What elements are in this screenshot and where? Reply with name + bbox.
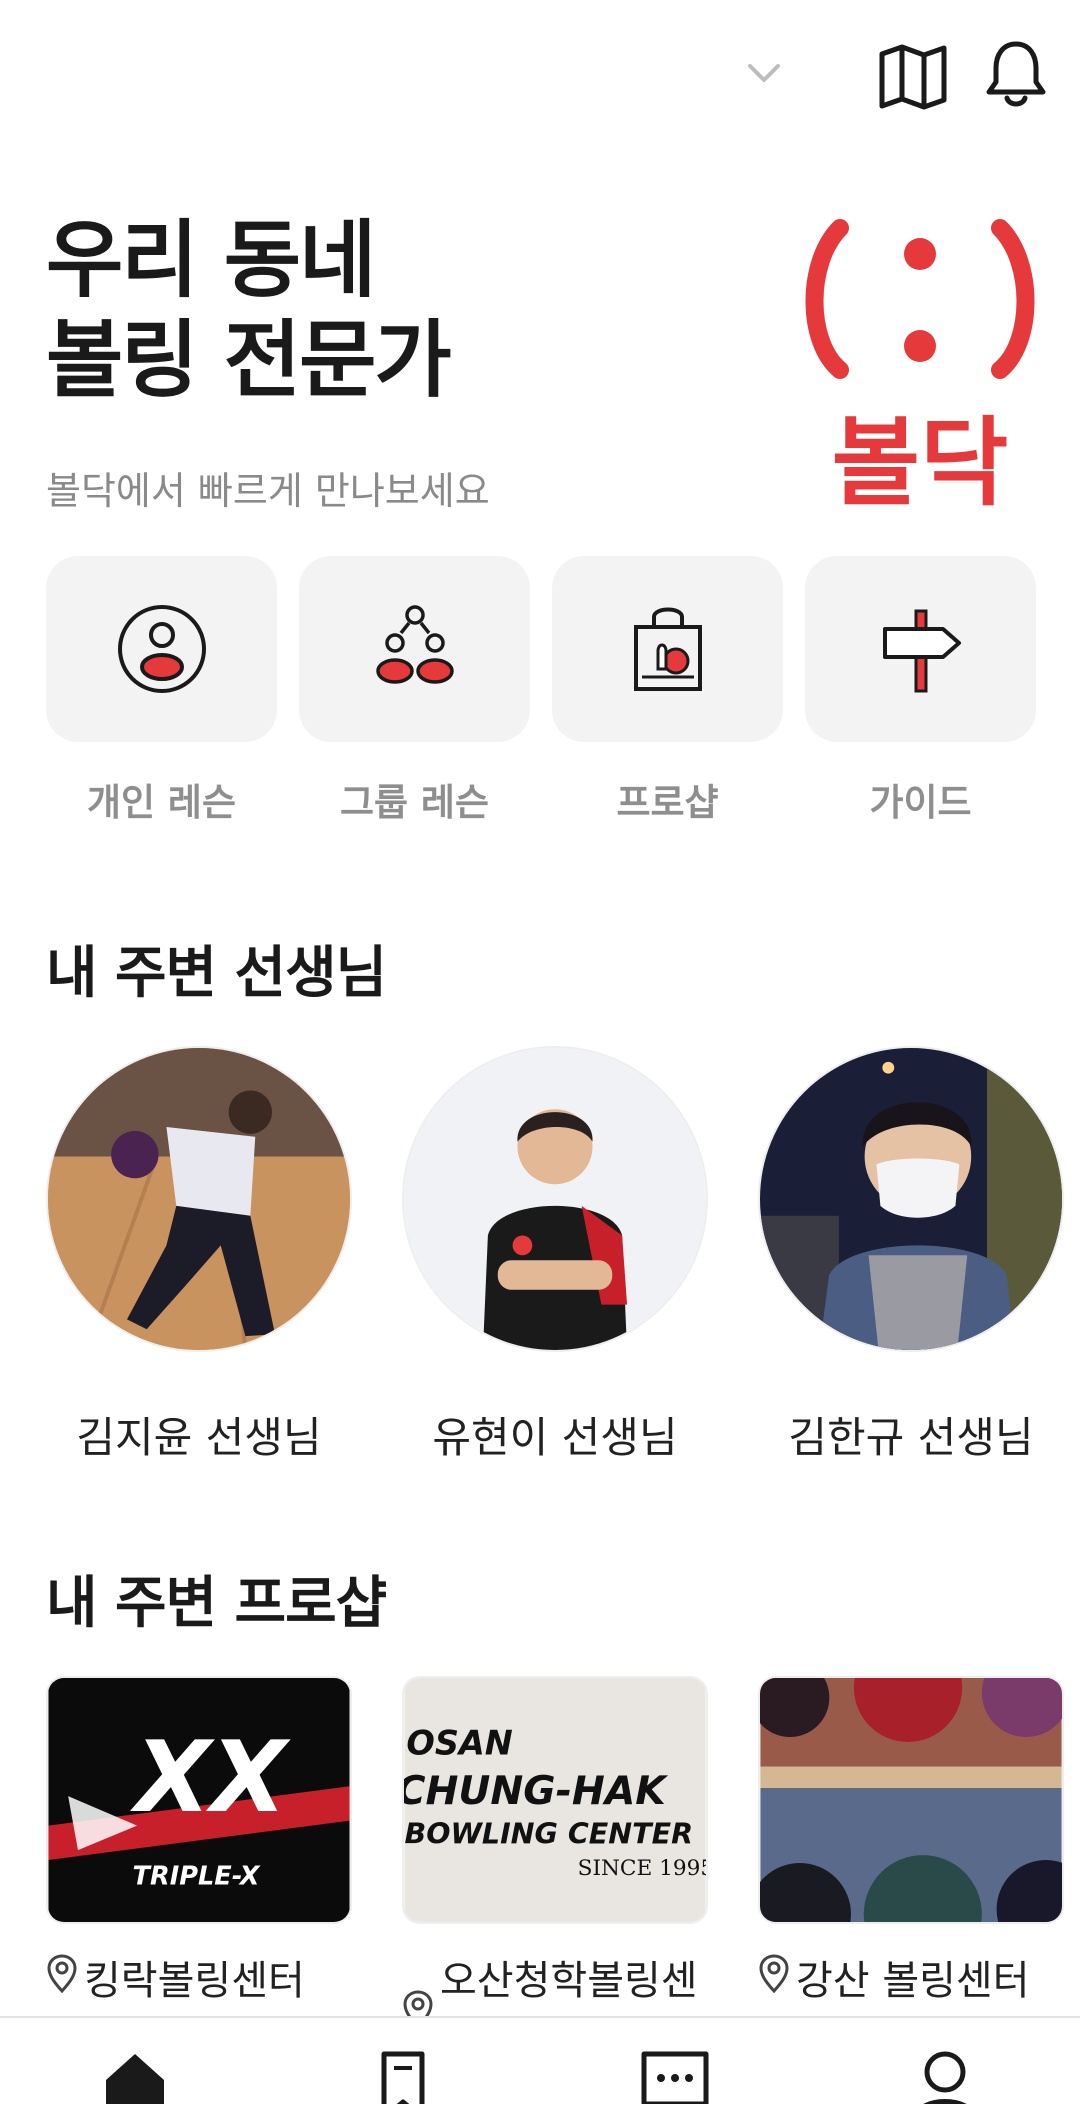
menu-label: 가이드 xyxy=(869,781,972,824)
shop-name: 오산청학볼링센 xyxy=(440,1958,698,2004)
sign-line3: BOWLING CENTER xyxy=(404,1817,693,1850)
triple-x-logo: XX TRIPLE-X xyxy=(48,1678,350,1922)
profile-icon[interactable] xyxy=(910,2048,980,2104)
signpost-icon xyxy=(882,609,961,693)
shop-logo-text: TRIPLE-X xyxy=(133,1862,261,1892)
location-pin-icon xyxy=(47,1954,77,1994)
shop-card[interactable]: 강산 볼링센터 xyxy=(758,1676,1064,2016)
teacher-card[interactable]: 유현이 선생님 xyxy=(402,1046,708,1466)
top-bar xyxy=(0,0,1080,150)
person-icon xyxy=(117,605,206,693)
menu-label: 개인 레슨 xyxy=(86,781,237,824)
teacher-photo xyxy=(48,1048,350,1350)
menu-group-lesson[interactable]: 그룹 레슨 xyxy=(299,556,530,826)
shopping-bag-icon xyxy=(633,607,702,691)
location-pin-icon xyxy=(759,1954,789,1994)
map-icon[interactable] xyxy=(878,44,948,110)
category-menu: 개인 레슨 그룹 레슨 프로샵 가이드 xyxy=(46,556,1036,826)
bell-icon[interactable] xyxy=(984,38,1048,110)
sign-line2: CHUNG-HAK xyxy=(404,1768,668,1814)
teacher-name: 김지윤 선생님 xyxy=(76,1413,322,1462)
sign-line1: OSAN xyxy=(406,1724,512,1763)
teacher-card[interactable]: 김지윤 선생님 xyxy=(46,1046,352,1466)
bowling-balls-photo xyxy=(760,1678,1062,1922)
shop-image[interactable]: OSAN CHUNG-HAK BOWLING CENTER SINCE 1995 xyxy=(402,1676,708,1924)
shop-image[interactable]: XX TRIPLE-X xyxy=(46,1676,352,1924)
avatar[interactable] xyxy=(402,1046,708,1352)
chat-icon[interactable] xyxy=(640,2048,710,2104)
group-icon xyxy=(375,605,454,684)
shop-card[interactable]: OSAN CHUNG-HAK BOWLING CENTER SINCE 1995… xyxy=(402,1676,708,2030)
logo-text: 볼닥 xyxy=(832,407,1009,512)
menu-label: 프로샵 xyxy=(616,781,719,824)
shop-image[interactable] xyxy=(758,1676,1064,1924)
bottom-nav xyxy=(0,2016,1080,2104)
section-title-teachers: 내 주변 선생님 xyxy=(46,941,387,1006)
avatar[interactable] xyxy=(46,1046,352,1352)
menu-tile[interactable] xyxy=(552,556,783,742)
section-title-shops: 내 주변 프로샵 xyxy=(46,1571,387,1636)
shop-name-row: 강산 볼링센터 xyxy=(758,1948,1064,2006)
hero-title: 우리 동네 볼링 전문가 xyxy=(46,210,452,410)
menu-tile[interactable] xyxy=(299,556,530,742)
svg-text:XX: XX xyxy=(130,1721,291,1835)
boldak-logo: 볼닥 xyxy=(805,219,1035,512)
teacher-card[interactable]: 김한규 선생님 xyxy=(758,1046,1064,1466)
hero-title-line2: 볼링 전문가 xyxy=(46,311,452,409)
menu-tile[interactable] xyxy=(46,556,277,742)
teacher-name: 유현이 선생님 xyxy=(432,1413,678,1462)
shop-name: 강산 볼링센터 xyxy=(796,1958,1030,2004)
menu-tile[interactable] xyxy=(805,556,1036,742)
shops-carousel[interactable]: XX TRIPLE-X 킹락볼링센터 OSAN CHUNG-HAK BOWLIN… xyxy=(46,1676,1080,2030)
sign-line4: SINCE 1995 xyxy=(578,1856,706,1881)
bookmark-icon[interactable] xyxy=(368,2048,438,2104)
avatar[interactable] xyxy=(758,1046,1064,1352)
hero-title-line1: 우리 동네 xyxy=(46,211,376,309)
home-icon[interactable] xyxy=(100,2048,170,2104)
osan-chunghak-sign: OSAN CHUNG-HAK BOWLING CENTER SINCE 1995 xyxy=(404,1678,706,1922)
shop-name-row: 킹락볼링센터 xyxy=(46,1948,352,2006)
menu-personal-lesson[interactable]: 개인 레슨 xyxy=(46,556,277,826)
menu-pro-shop[interactable]: 프로샵 xyxy=(552,556,783,826)
teacher-photo xyxy=(404,1048,706,1350)
teacher-photo xyxy=(760,1048,1062,1350)
teacher-name: 김한규 선생님 xyxy=(788,1413,1034,1462)
menu-guide[interactable]: 가이드 xyxy=(805,556,1036,826)
hero-subtitle: 볼닥에서 빠르게 만나보세요 xyxy=(46,469,490,513)
teachers-carousel[interactable]: 김지윤 선생님 유현이 선생님 김한규 선생님 xyxy=(46,1046,1080,1466)
menu-label: 그룹 레슨 xyxy=(339,781,490,824)
shop-name: 킹락볼링센터 xyxy=(84,1958,305,2004)
chevron-down-icon[interactable] xyxy=(742,52,786,96)
shop-card[interactable]: XX TRIPLE-X 킹락볼링센터 xyxy=(46,1676,352,2016)
